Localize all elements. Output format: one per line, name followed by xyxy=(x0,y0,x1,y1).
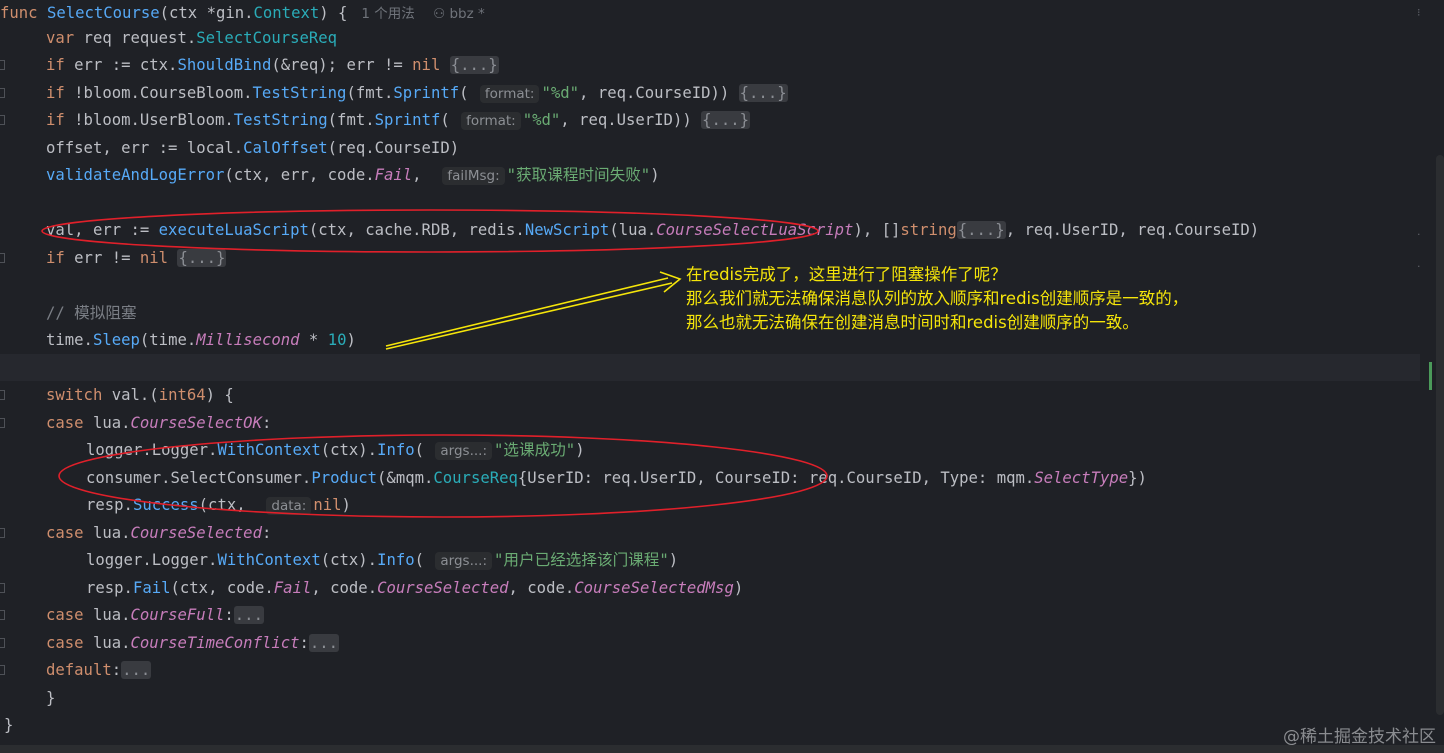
code-line-success[interactable]: resp.Success(ctx, data: nil) xyxy=(0,492,1444,519)
param-hint-format: format: xyxy=(479,85,540,103)
fold-icon[interactable] xyxy=(0,418,5,428)
author-hint[interactable]: bbz * xyxy=(449,6,484,22)
code-line-shouldbind[interactable]: if err := ctx.ShouldBind(&req); err != n… xyxy=(0,52,1444,79)
code-line-log-selected[interactable]: logger.Logger.WithContext(ctx).Info( arg… xyxy=(0,547,1444,574)
folded-block[interactable]: {...} xyxy=(956,221,1006,239)
fold-icon[interactable] xyxy=(0,60,5,70)
fold-icon[interactable] xyxy=(0,665,5,675)
code-line-validate[interactable]: validateAndLogError(ctx, err, code.Fail,… xyxy=(0,162,1444,189)
code-line-coursebloom[interactable]: if !bloom.CourseBloom.TestString(fmt.Spr… xyxy=(0,80,1444,107)
code-line-case-conflict[interactable]: case lua.CourseTimeConflict:... xyxy=(0,630,1444,657)
code-line-switch[interactable]: switch val.(int64) { xyxy=(0,382,1444,409)
code-line-func[interactable]: func SelectCourse(ctx *gin.Context) {1 个… xyxy=(0,0,1420,27)
annotation-line-3: 那么也就无法确保在创建消息时间时和redis创建顺序的一致。 xyxy=(686,313,1139,332)
annotation-line-2: 那么我们就无法确保消息队列的放入顺序和redis创建顺序是一致的， xyxy=(686,289,1189,308)
code-line-default[interactable]: default:... xyxy=(0,657,1444,684)
usage-count-hint[interactable]: 1 个用法 xyxy=(361,6,414,22)
code-line-close-switch[interactable]: } xyxy=(0,685,1444,712)
code-line-case-full[interactable]: case lua.CourseFull:... xyxy=(0,602,1444,629)
param-hint-failmsg: failMsg: xyxy=(442,167,505,185)
code-line-var[interactable]: var req request.SelectCourseReq xyxy=(0,25,1444,52)
folded-block[interactable]: ... xyxy=(121,661,152,679)
param-hint-args: args...: xyxy=(435,442,493,460)
fold-icon[interactable] xyxy=(0,253,5,263)
code-editor[interactable]: func SelectCourse(ctx *gin.Context) {1 个… xyxy=(0,0,1444,753)
gutter-marker-icon: ⁝ xyxy=(1417,6,1421,19)
code-line-case-ok[interactable]: case lua.CourseSelectOK: xyxy=(0,410,1444,437)
fold-icon[interactable] xyxy=(0,610,5,620)
folded-block[interactable]: {...} xyxy=(701,111,751,129)
param-hint-format: format: xyxy=(461,112,521,130)
code-line-product[interactable]: consumer.SelectConsumer.Product(&mqm.Cou… xyxy=(0,465,1444,492)
fold-icon[interactable] xyxy=(0,115,5,125)
fold-icon[interactable] xyxy=(0,583,5,593)
code-line-userbloom[interactable]: if !bloom.UserBloom.TestString(fmt.Sprin… xyxy=(0,107,1444,134)
folded-block[interactable]: ... xyxy=(233,606,264,624)
folded-block[interactable]: {...} xyxy=(449,56,499,74)
gutter-marker-icon: · xyxy=(1417,228,1421,241)
fold-icon[interactable] xyxy=(0,528,5,538)
folded-block[interactable]: {...} xyxy=(177,249,227,267)
param-hint-args: args...: xyxy=(435,552,493,570)
fold-icon[interactable] xyxy=(0,88,5,98)
gutter-marker-icon: · xyxy=(1417,260,1421,273)
code-line-close-func[interactable]: } xyxy=(0,712,1424,739)
author-icon: ⚇ xyxy=(428,6,450,22)
code-line-execute-lua[interactable]: val, err := executeLuaScript(ctx, cache.… xyxy=(0,217,1444,244)
code-line-offset[interactable]: offset, err := local.CalOffset(req.Cours… xyxy=(0,135,1444,162)
code-line-current[interactable] xyxy=(0,354,1420,381)
folded-block[interactable]: ... xyxy=(308,634,340,652)
change-marker xyxy=(1429,362,1432,390)
folded-block[interactable]: {...} xyxy=(738,84,788,102)
param-hint-data: data: xyxy=(266,497,312,515)
fold-icon[interactable] xyxy=(0,638,5,648)
code-line-case-selected[interactable]: case lua.CourseSelected: xyxy=(0,520,1444,547)
fold-icon[interactable] xyxy=(0,390,5,400)
code-line-log-ok[interactable]: logger.Logger.WithContext(ctx).Info( arg… xyxy=(0,437,1444,464)
annotation-text: 在redis完成了，这里进行了阻塞操作了呢？ 那么我们就无法确保消息队列的放入顺… xyxy=(686,263,1326,335)
annotation-line-1: 在redis完成了，这里进行了阻塞操作了呢？ xyxy=(686,265,1007,284)
watermark: @稀土掘金技术社区 xyxy=(1283,727,1436,747)
code-line-fail[interactable]: resp.Fail(ctx, code.Fail, code.CourseSel… xyxy=(0,575,1444,602)
vertical-scrollbar[interactable] xyxy=(1436,155,1444,715)
horizontal-scrollbar[interactable] xyxy=(0,745,1444,753)
